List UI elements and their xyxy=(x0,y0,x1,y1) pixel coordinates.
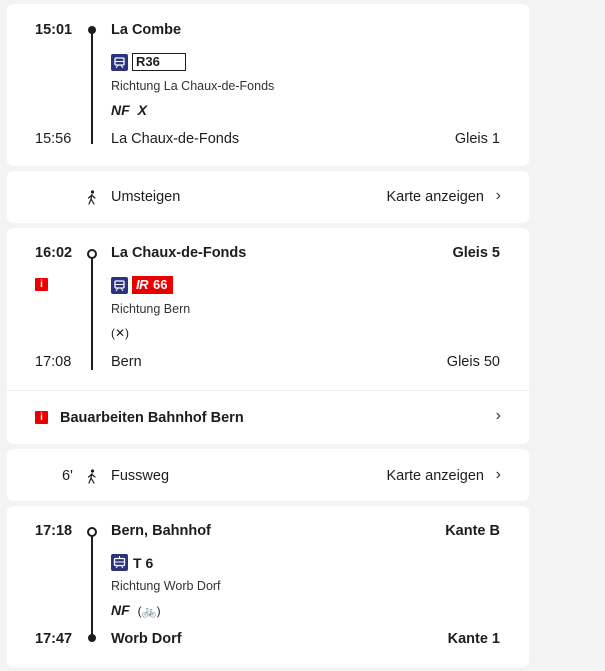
arrival-platform: Gleis 1 xyxy=(454,131,500,147)
train-icon xyxy=(111,277,128,294)
direction-text: Richtung La Chaux-de-Fonds xyxy=(111,79,275,93)
arrival-time: 17:47 xyxy=(35,631,73,647)
chevron-right-icon[interactable]: › xyxy=(496,187,501,205)
attribute-restaurant: (✕) xyxy=(111,326,130,340)
tram-icon xyxy=(111,554,128,571)
notice-text[interactable]: Bauarbeiten Bahnhof Bern xyxy=(60,410,244,426)
line-number: 66 xyxy=(153,277,168,292)
chevron-right-icon[interactable]: › xyxy=(496,466,501,484)
arrival-time: 15:56 xyxy=(35,131,72,147)
departure-station: La Combe xyxy=(111,22,182,38)
leg-card-1[interactable]: 15:01 La Combe R36 Richtung La Chaux-de-… xyxy=(7,4,529,166)
service-attributes: (✕) xyxy=(111,324,137,340)
chevron-right-icon[interactable]: › xyxy=(496,407,501,425)
attribute-bike: (🚲) xyxy=(137,604,161,618)
arrival-station: Bern xyxy=(111,354,142,370)
departure-platform: Gleis 5 xyxy=(452,245,500,261)
service-attributes: NF X xyxy=(111,102,155,118)
arrival-platform: Kante 1 xyxy=(447,631,500,647)
attribute-nf: NF xyxy=(111,102,130,118)
walk-card[interactable]: 6' Fussweg Karte anzeigen › xyxy=(7,449,529,501)
departure-time: 15:01 xyxy=(35,22,73,38)
line-prefix: IR xyxy=(136,277,149,292)
departure-time: 17:18 xyxy=(35,523,73,539)
attribute-x: X xyxy=(137,102,148,118)
walk-label: Fussweg xyxy=(111,468,170,484)
leg-card-3[interactable]: 17:18 Bern, Bahnhof Kante B T 6 Richtung… xyxy=(7,506,529,667)
walking-person-icon xyxy=(87,469,96,484)
show-map-link[interactable]: Karte anzeigen xyxy=(386,468,484,484)
departure-time: 16:02 xyxy=(35,245,73,261)
line-label: T 6 xyxy=(133,555,154,571)
arrival-station: Worb Dorf xyxy=(111,631,182,647)
info-icon[interactable]: i xyxy=(35,278,48,291)
arrival-station: La Chaux-de-Fonds xyxy=(111,131,240,147)
arrival-platform: Gleis 50 xyxy=(446,354,500,370)
info-icon: i xyxy=(35,411,48,424)
departure-station: La Chaux-de-Fonds xyxy=(111,245,247,261)
direction-text: Richtung Worb Dorf xyxy=(111,579,221,593)
route-line xyxy=(91,30,93,144)
transfer-label: Umsteigen xyxy=(111,189,181,205)
divider xyxy=(7,390,529,391)
transfer-card[interactable]: Umsteigen Karte anzeigen › xyxy=(7,171,529,223)
arrival-dot xyxy=(88,634,96,642)
departure-platform: Kante B xyxy=(445,523,500,539)
walking-person-icon xyxy=(87,190,96,205)
route-line xyxy=(91,258,93,370)
direction-text: Richtung Bern xyxy=(111,302,191,316)
route-line xyxy=(91,536,93,636)
train-icon xyxy=(111,54,128,71)
leg-card-2[interactable]: 16:02 La Chaux-de-Fonds Gleis 5 i IR 66 R… xyxy=(7,228,529,444)
attribute-nf: NF xyxy=(111,602,130,618)
arrival-time: 17:08 xyxy=(35,354,72,370)
walk-duration: 6' xyxy=(62,468,73,484)
line-badge: R36 xyxy=(132,53,186,71)
service-attributes: NF (🚲) xyxy=(111,602,169,618)
line-badge-ir: IR 66 xyxy=(132,276,174,294)
departure-station: Bern, Bahnhof xyxy=(111,523,211,539)
show-map-link[interactable]: Karte anzeigen xyxy=(386,189,484,205)
